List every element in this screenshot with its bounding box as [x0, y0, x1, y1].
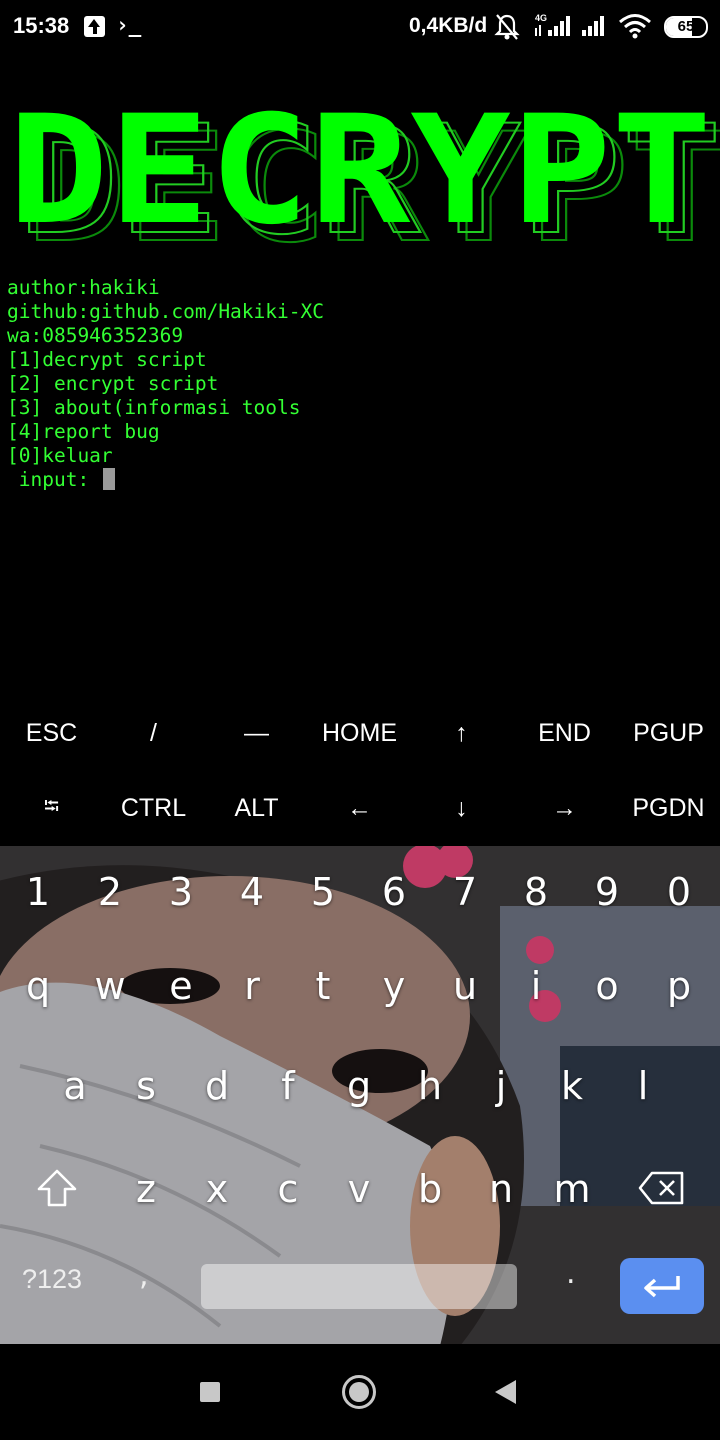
slash-key[interactable]: /	[102, 696, 205, 771]
signal-4g-icon: 4G	[535, 13, 570, 36]
key-1[interactable]: 1	[2, 848, 74, 936]
signal-bars-icon	[582, 16, 604, 36]
terminal-notification-icon: ›_	[116, 13, 142, 37]
tab-key[interactable]: ⭾	[0, 771, 103, 846]
key-f[interactable]: f	[252, 1038, 324, 1133]
key-p[interactable]: p	[643, 938, 715, 1033]
extra-keys-bar: ESC / — HOME ↑ END PGUP ⭾ CTRL ALT ← ↓ →…	[0, 696, 720, 846]
terminal-line-author: author:hakiki	[7, 276, 160, 299]
key-0[interactable]: 0	[643, 848, 715, 936]
status-time: 15:38	[13, 13, 70, 38]
key-q[interactable]: q	[2, 938, 74, 1033]
right-arrow-key[interactable]: →	[513, 771, 616, 846]
up-arrow-key[interactable]: ↑	[410, 696, 513, 771]
shift-key-icon[interactable]	[36, 1168, 78, 1208]
menu-option-exit: [0]keluar	[7, 444, 113, 467]
key-s[interactable]: s	[110, 1038, 182, 1133]
key-o[interactable]: o	[571, 938, 643, 1033]
comma-key[interactable]: ,	[139, 1258, 149, 1293]
key-2[interactable]: 2	[74, 848, 146, 936]
key-m[interactable]: m	[536, 1141, 608, 1236]
key-w[interactable]: w	[74, 938, 146, 1033]
menu-option-decrypt: [1]decrypt script	[7, 348, 207, 371]
terminal-output: author:hakiki github:github.com/Hakiki-XC…	[7, 276, 324, 492]
key-z[interactable]: z	[110, 1141, 182, 1236]
ctrl-key[interactable]: CTRL	[102, 771, 205, 846]
key-6[interactable]: 6	[358, 848, 430, 936]
key-t[interactable]: t	[287, 938, 359, 1033]
back-icon[interactable]	[495, 1380, 516, 1404]
key-a[interactable]: a	[39, 1038, 111, 1133]
key-u[interactable]: u	[429, 938, 501, 1033]
enter-arrow-icon	[644, 1276, 680, 1298]
prompt-label: input:	[7, 468, 101, 491]
decrypt-banner: DECRYPT DECRYPT DECRYPT	[8, 92, 720, 252]
key-8[interactable]: 8	[500, 848, 572, 936]
key-y[interactable]: y	[358, 938, 430, 1033]
key-9[interactable]: 9	[571, 848, 643, 936]
key-x[interactable]: x	[181, 1141, 253, 1236]
dash-key[interactable]: —	[205, 696, 308, 771]
space-bar[interactable]	[201, 1264, 517, 1309]
key-c[interactable]: c	[252, 1141, 324, 1236]
key-k[interactable]: k	[536, 1038, 608, 1133]
key-v[interactable]: v	[323, 1141, 395, 1236]
terminal-line-whatsapp: wa:085946352369	[7, 324, 184, 347]
symbols-key[interactable]: ?123	[22, 1264, 82, 1295]
banner-text: DECRYPT	[8, 92, 712, 252]
key-j[interactable]: j	[465, 1038, 537, 1133]
backspace-key-icon[interactable]	[638, 1171, 684, 1205]
pgup-key[interactable]: PGUP	[617, 696, 720, 771]
input-prompt[interactable]: input:	[7, 468, 324, 492]
battery-icon: 65	[664, 16, 708, 38]
status-bar: 15:38 ›_ 0,4KB/d 4G 65	[0, 0, 720, 56]
key-i[interactable]: i	[500, 938, 572, 1033]
pgdn-key[interactable]: PGDN	[617, 771, 720, 846]
key-7[interactable]: 7	[429, 848, 501, 936]
soft-keyboard: 1 2 3 4 5 6 7 8 9 0 q w e r t y u i o p …	[0, 846, 720, 1344]
bell-muted-icon	[494, 14, 520, 40]
terminal-line-github: github:github.com/Hakiki-XC	[7, 300, 324, 323]
key-n[interactable]: n	[465, 1141, 537, 1236]
menu-option-report: [4]report bug	[7, 420, 160, 443]
esc-key[interactable]: ESC	[0, 696, 103, 771]
key-g[interactable]: g	[323, 1038, 395, 1133]
key-d[interactable]: d	[181, 1038, 253, 1133]
enter-key[interactable]	[620, 1258, 704, 1314]
key-h[interactable]: h	[394, 1038, 466, 1133]
upload-notification-icon	[84, 16, 105, 37]
battery-level: 65	[677, 18, 695, 35]
key-b[interactable]: b	[394, 1141, 466, 1236]
end-key[interactable]: END	[513, 696, 616, 771]
period-key[interactable]: .	[566, 1256, 576, 1291]
menu-option-about: [3] about(informasi tools	[7, 396, 301, 419]
key-r[interactable]: r	[216, 938, 288, 1033]
home-key[interactable]: HOME	[308, 696, 411, 771]
alt-key[interactable]: ALT	[205, 771, 308, 846]
text-cursor	[102, 468, 115, 490]
recent-apps-icon[interactable]	[200, 1382, 220, 1402]
home-icon[interactable]	[342, 1375, 376, 1409]
down-arrow-key[interactable]: ↓	[410, 771, 513, 846]
left-arrow-key[interactable]: ←	[308, 771, 411, 846]
key-3[interactable]: 3	[145, 848, 217, 936]
network-speed: 0,4KB/d	[409, 14, 488, 37]
wifi-icon	[619, 14, 651, 39]
navigation-bar	[0, 1344, 720, 1440]
key-e[interactable]: e	[145, 938, 217, 1033]
key-4[interactable]: 4	[216, 848, 288, 936]
key-5[interactable]: 5	[287, 848, 359, 936]
menu-option-encrypt: [2] encrypt script	[7, 372, 219, 395]
signal-label: 4G	[535, 13, 547, 23]
key-l[interactable]: l	[607, 1038, 679, 1133]
